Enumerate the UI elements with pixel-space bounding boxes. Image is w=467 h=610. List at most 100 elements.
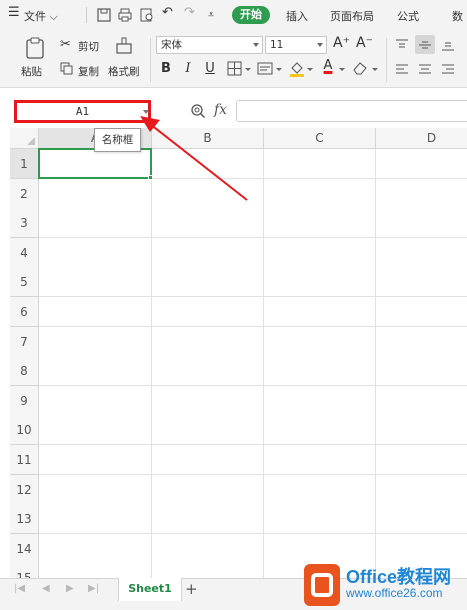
next-sheet-icon[interactable]: ▶ xyxy=(66,583,74,594)
borders-icon[interactable] xyxy=(227,61,242,76)
grid-cell[interactable] xyxy=(264,237,376,268)
grid-cell[interactable] xyxy=(264,149,376,179)
grid-cell[interactable] xyxy=(264,267,376,298)
grid-cell[interactable] xyxy=(264,474,376,505)
fill-color-icon[interactable] xyxy=(289,60,305,77)
grid-cell[interactable] xyxy=(39,445,152,475)
grid-cell[interactable] xyxy=(376,533,467,564)
grid-cell[interactable] xyxy=(376,474,467,505)
italic-button[interactable]: I xyxy=(180,61,196,77)
grid-cell[interactable] xyxy=(152,563,264,578)
grid-cell[interactable] xyxy=(264,208,376,239)
tab-start[interactable]: 开始 xyxy=(232,6,270,24)
grid-cell[interactable] xyxy=(39,208,152,239)
copy-button[interactable]: 复制 xyxy=(78,64,99,79)
grid-cell[interactable] xyxy=(39,267,152,298)
row-header[interactable]: 1 xyxy=(10,149,39,179)
paste-icon[interactable] xyxy=(24,36,46,60)
grid-cell[interactable] xyxy=(39,504,152,535)
borders-dropdown-icon[interactable] xyxy=(245,68,251,71)
grid-cell[interactable] xyxy=(376,149,467,179)
tab-page-layout[interactable]: 页面布局 xyxy=(330,8,374,24)
clear-format-icon[interactable] xyxy=(352,60,368,76)
grid-cell[interactable] xyxy=(39,474,152,505)
font-size-select[interactable]: 11 xyxy=(265,36,327,54)
grid-cell[interactable] xyxy=(376,297,467,327)
grid-cell[interactable] xyxy=(376,445,467,475)
cut-icon[interactable]: ✂ xyxy=(60,37,71,52)
grid-cell[interactable] xyxy=(152,415,264,446)
row-header[interactable]: 11 xyxy=(10,445,39,475)
grid-cell[interactable] xyxy=(39,326,152,357)
row-header[interactable]: 8 xyxy=(10,356,39,387)
cell-style-dropdown-icon[interactable] xyxy=(276,68,282,71)
grid-cell[interactable] xyxy=(152,208,264,239)
last-sheet-icon[interactable]: ▶| xyxy=(88,583,99,594)
font-name-select[interactable]: 宋体 xyxy=(156,36,263,54)
grid-cell[interactable] xyxy=(264,178,376,209)
paste-button[interactable]: 粘贴 xyxy=(21,64,42,79)
grid-cell[interactable] xyxy=(264,533,376,564)
align-middle-icon[interactable] xyxy=(418,38,432,52)
grid-cell[interactable] xyxy=(376,385,467,416)
cut-button[interactable]: 剪切 xyxy=(78,39,99,54)
tab-formulas[interactable]: 公式 xyxy=(397,8,419,24)
grid-cell[interactable] xyxy=(152,504,264,535)
grid-cell[interactable] xyxy=(39,237,152,268)
grid-cell[interactable] xyxy=(376,504,467,535)
grid-cell[interactable] xyxy=(39,415,152,446)
save-icon[interactable] xyxy=(96,7,112,23)
row-header[interactable]: 9 xyxy=(10,385,39,416)
undo-icon[interactable]: ↶ xyxy=(162,5,173,20)
grid-cell[interactable] xyxy=(264,385,376,416)
first-sheet-icon[interactable]: |◀ xyxy=(14,583,25,594)
grid-cell[interactable] xyxy=(264,415,376,446)
grid-cell[interactable] xyxy=(376,178,467,209)
clear-format-dropdown-icon[interactable] xyxy=(372,68,378,71)
grid-cell[interactable] xyxy=(152,533,264,564)
align-bottom-icon[interactable] xyxy=(441,38,455,52)
redo-icon[interactable]: ↷ xyxy=(184,5,195,20)
grid-cell[interactable] xyxy=(152,385,264,416)
grid-cell[interactable] xyxy=(376,237,467,268)
grid-cell[interactable] xyxy=(264,297,376,327)
sheet-tab-sheet1[interactable]: Sheet1 xyxy=(118,578,182,601)
tab-insert[interactable]: 插入 xyxy=(286,8,308,24)
grid-cell[interactable] xyxy=(152,474,264,505)
cell-style-icon[interactable] xyxy=(257,61,273,76)
row-header[interactable]: 13 xyxy=(10,504,39,535)
hamburger-menu-icon[interactable]: ☰ xyxy=(8,5,20,20)
grid-cell[interactable] xyxy=(39,297,152,327)
grid-cell[interactable] xyxy=(264,326,376,357)
grid-cell[interactable] xyxy=(264,504,376,535)
column-header-c[interactable]: C xyxy=(264,128,376,149)
grid-cell[interactable] xyxy=(39,563,152,578)
grid-cell[interactable] xyxy=(152,445,264,475)
increase-font-size-button[interactable]: A⁺ xyxy=(333,35,350,51)
column-header-d[interactable]: D xyxy=(376,128,467,149)
font-color-button[interactable]: A xyxy=(320,58,336,73)
row-header[interactable]: 2 xyxy=(10,178,39,209)
print-preview-icon[interactable] xyxy=(139,7,155,23)
add-sheet-button[interactable]: + xyxy=(185,578,198,600)
grid-cell[interactable] xyxy=(39,533,152,564)
align-center-icon[interactable] xyxy=(418,62,432,76)
grid-cell[interactable] xyxy=(376,267,467,298)
grid-cell[interactable] xyxy=(152,297,264,327)
grid-cell[interactable] xyxy=(152,237,264,268)
copy-icon[interactable] xyxy=(60,62,73,75)
grid-cell[interactable] xyxy=(376,208,467,239)
format-painter-icon[interactable] xyxy=(114,36,134,58)
row-header[interactable]: 4 xyxy=(10,237,39,268)
row-header[interactable]: 7 xyxy=(10,326,39,357)
grid-cell[interactable] xyxy=(39,356,152,387)
customize-toolbar-icon[interactable]: ⩡ xyxy=(208,8,214,22)
row-header[interactable]: 3 xyxy=(10,208,39,239)
select-all-corner[interactable] xyxy=(10,128,39,149)
grid-cell[interactable] xyxy=(152,326,264,357)
formula-input[interactable] xyxy=(236,100,467,122)
grid-cell[interactable] xyxy=(152,356,264,387)
row-header[interactable]: 12 xyxy=(10,474,39,505)
format-painter-button[interactable]: 格式刷 xyxy=(108,64,140,79)
align-top-icon[interactable] xyxy=(395,38,409,52)
